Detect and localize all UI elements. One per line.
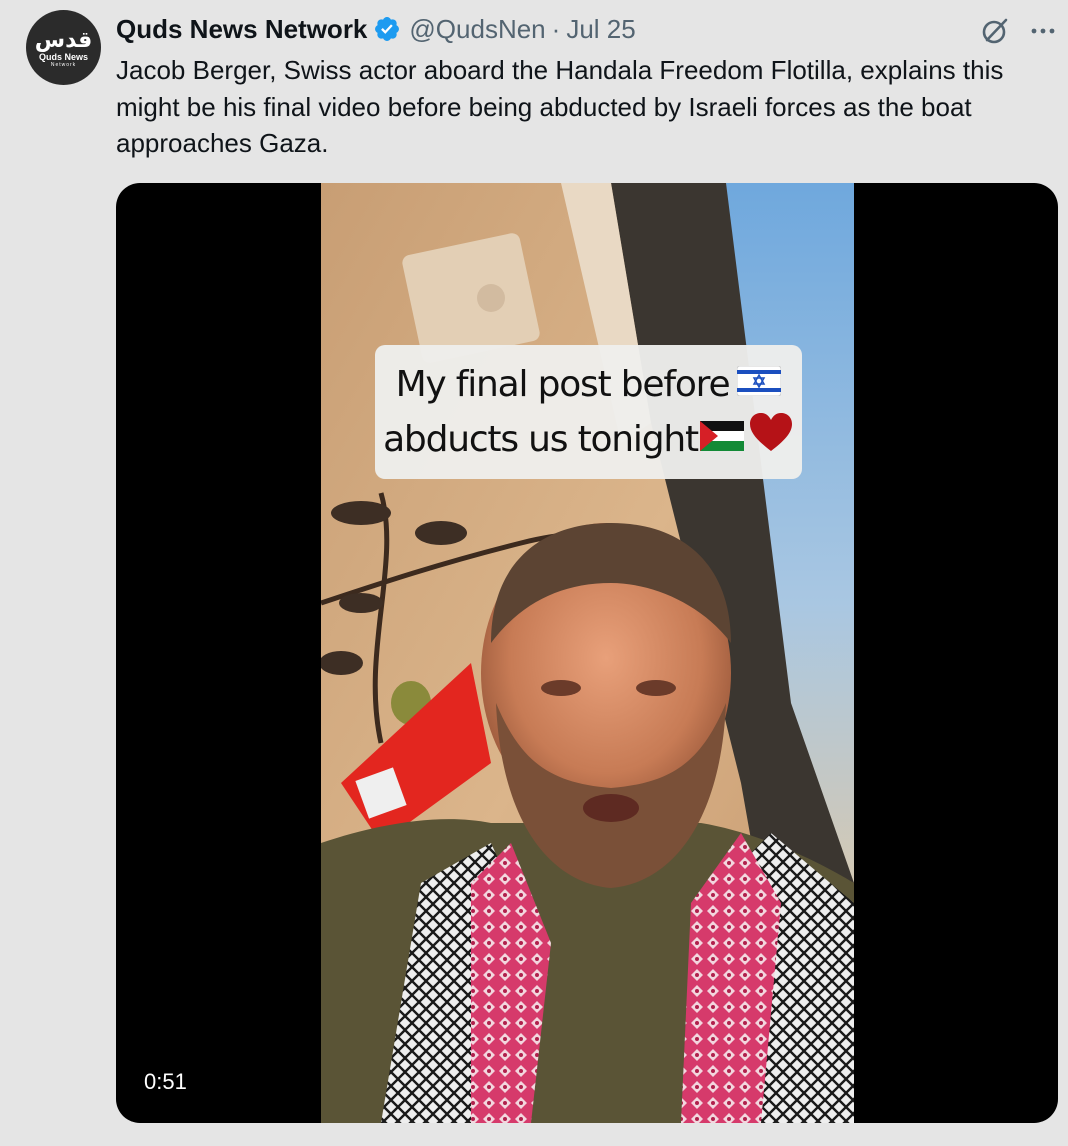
caption-text-2: abducts us tonight [383, 418, 699, 460]
video-still [321, 183, 854, 1123]
tweet-date[interactable]: Jul 25 [566, 14, 635, 45]
more-dots-icon[interactable] [1026, 14, 1060, 48]
author-display-name[interactable]: Quds News Network [116, 14, 367, 45]
header-separator: · [551, 13, 561, 44]
video-caption: My final post before abducts us tonight [375, 345, 802, 479]
tweet-text: Jacob Berger, Swiss actor aboard the Han… [116, 55, 1004, 158]
palestine-flag-icon [699, 414, 744, 466]
video-duration: 0:51 [144, 1069, 187, 1094]
red-heart-icon [748, 411, 794, 468]
caption-line-1: My final post before [375, 359, 802, 411]
grok-icon[interactable] [978, 14, 1012, 48]
tweet-header: Quds News Network @QudsNen · Jul 25 [116, 12, 636, 46]
tweet[interactable]: قدس Quds News Network Quds News Network … [0, 0, 1068, 1146]
caption-text-1: My final post before [395, 364, 731, 405]
verified-badge-icon [373, 15, 401, 43]
video-frame [321, 183, 854, 1123]
logo-name: Quds News [38, 51, 88, 62]
video-player[interactable]: My final post before abducts us tonight [116, 183, 1058, 1123]
logo-mark: قدس [34, 27, 93, 53]
author-handle[interactable]: @QudsNen [409, 14, 545, 45]
caption-line-2: abducts us tonight [375, 411, 802, 468]
israel-flag-icon [736, 359, 782, 411]
logo-subtitle: Network [50, 61, 77, 68]
avatar[interactable]: قدس Quds News Network [26, 10, 101, 85]
